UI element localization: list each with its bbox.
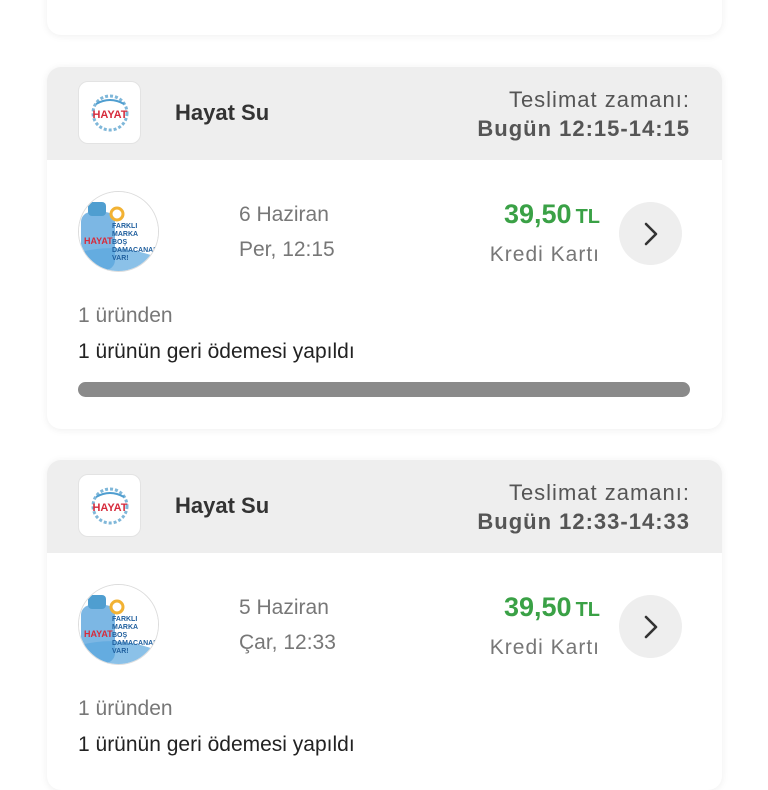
svg-text:MARKA: MARKA: [112, 624, 138, 631]
svg-text:BOŞ: BOŞ: [112, 239, 128, 246]
order-header: HAYAT Hayat Su Teslimat zamanı: Bugün 12…: [47, 67, 722, 160]
svg-text:HAYAT: HAYAT: [84, 236, 113, 246]
order-price: 39,50 TL: [504, 199, 600, 230]
store-logo: HAYAT: [78, 81, 141, 144]
item-count: 1 üründen: [78, 697, 173, 720]
item-count: 1 üründen: [78, 304, 173, 327]
payment-method: Kredi Kartı: [489, 243, 600, 266]
store-name: Hayat Su: [175, 493, 270, 518]
order-header: HAYAT Hayat Su Teslimat zamanı: Bugün 12…: [47, 460, 722, 553]
product-image: HAYAT FARKLI MARKA BOŞ DAMACANAN VAR!: [78, 191, 159, 272]
order-details-button[interactable]: [619, 202, 682, 265]
product-image: HAYAT FARKLI MARKA BOŞ DAMACANAN VAR!: [78, 584, 159, 665]
delivery-time-label: Teslimat zamanı:: [508, 87, 690, 112]
svg-text:VAR!: VAR!: [112, 255, 129, 262]
store-name: Hayat Su: [175, 100, 270, 125]
order-day-time: Çar, 12:33: [239, 631, 336, 654]
delivery-time-value: Bugün 12:15-14:15: [477, 116, 690, 141]
price-currency: TL: [575, 599, 600, 621]
order-card[interactable]: HAYAT Hayat Su Teslimat zamanı: Bugün 12…: [47, 460, 722, 790]
order-details-button[interactable]: [619, 595, 682, 658]
refund-status: 1 ürünün geri ödemesi yapıldı: [78, 733, 355, 756]
previous-order-card[interactable]: [47, 0, 722, 35]
price-currency: TL: [575, 206, 600, 228]
delivery-time-label: Teslimat zamanı:: [508, 480, 690, 505]
order-date: 5 Haziran: [239, 596, 329, 619]
payment-method: Kredi Kartı: [489, 636, 600, 659]
svg-text:MARKA: MARKA: [112, 231, 138, 238]
order-card[interactable]: HAYAT Hayat Su Teslimat zamanı: Bugün 12…: [47, 67, 722, 429]
order-date: 6 Haziran: [239, 203, 329, 226]
order-progress-bar: [78, 382, 690, 397]
svg-text:HAYAT: HAYAT: [92, 109, 127, 121]
svg-text:DAMACANAN: DAMACANAN: [112, 247, 158, 254]
store-logo: HAYAT: [78, 474, 141, 537]
price-amount: 39,50: [503, 592, 572, 622]
order-day-time: Per, 12:15: [239, 238, 335, 261]
svg-text:BOŞ: BOŞ: [112, 632, 128, 639]
chevron-right-icon: [644, 222, 658, 246]
svg-text:DAMACANAN: DAMACANAN: [112, 640, 158, 647]
delivery-time-value: Bugün 12:33-14:33: [477, 509, 690, 534]
svg-text:FARKLI: FARKLI: [112, 616, 137, 623]
svg-text:VAR!: VAR!: [112, 648, 129, 655]
svg-text:HAYAT: HAYAT: [92, 502, 127, 514]
svg-text:HAYAT: HAYAT: [84, 629, 113, 639]
order-price: 39,50 TL: [504, 592, 600, 623]
price-amount: 39,50: [503, 199, 572, 229]
svg-text:FARKLI: FARKLI: [112, 223, 137, 230]
refund-status: 1 ürünün geri ödemesi yapıldı: [78, 340, 355, 363]
chevron-right-icon: [644, 615, 658, 639]
